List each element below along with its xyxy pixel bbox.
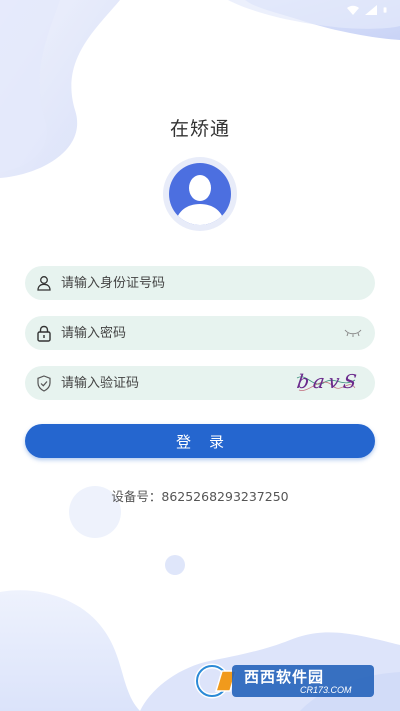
status-bar (270, 0, 400, 20)
login-screen: 在矫通 请输入身份证号码 请输入验证码 bavS 登录 设备号：86252682… (0, 0, 400, 711)
signal-icon (365, 5, 377, 15)
shield-icon (27, 366, 61, 400)
captcha-field[interactable]: bavS (25, 366, 375, 400)
device-info: 设备号：8625268293237250 (0, 486, 400, 505)
id-card-field[interactable] (25, 266, 375, 300)
eye-closed-icon[interactable] (341, 323, 365, 343)
app-title: 在矫通 (169, 118, 230, 140)
id-card-input[interactable] (61, 268, 375, 298)
lock-icon (27, 316, 61, 350)
device-number: 8625268293237250 (161, 489, 289, 504)
watermark-brand: 西西软件园 (244, 668, 325, 686)
site-watermark: 西西软件园 CR173.COM (192, 657, 380, 701)
captcha-input[interactable] (61, 368, 295, 398)
watermark-domain: CR173.COM (300, 685, 352, 695)
wifi-icon (347, 5, 359, 15)
captcha-text: bavS (295, 371, 362, 393)
login-button[interactable]: 登录 (25, 424, 375, 458)
captcha-image[interactable]: bavS (295, 368, 361, 398)
avatar (163, 157, 237, 231)
password-input[interactable] (61, 318, 341, 348)
device-label: 设备号： (111, 489, 162, 504)
user-icon (27, 266, 61, 300)
background-decoration (0, 0, 400, 711)
default-user-avatar-icon (169, 163, 231, 225)
battery-icon (383, 7, 387, 13)
password-field[interactable] (25, 316, 375, 350)
